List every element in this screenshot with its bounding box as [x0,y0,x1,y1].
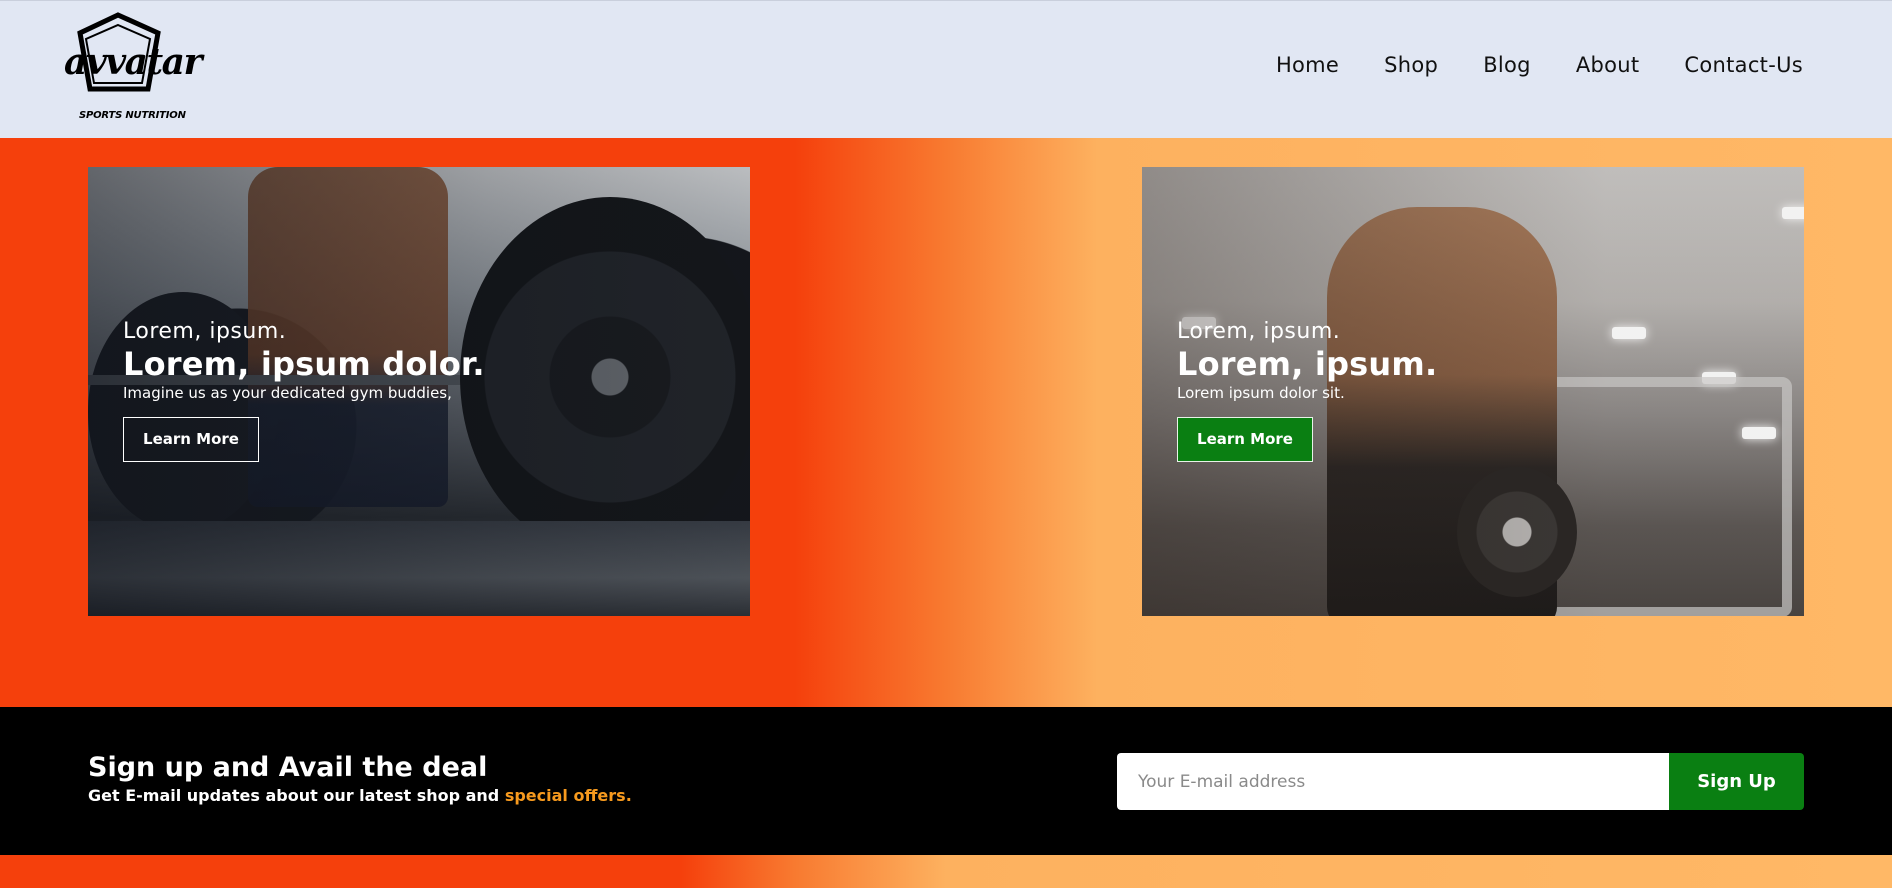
card-subtitle: Lorem ipsum dolor sit. [1177,384,1345,402]
signup-title: Sign up and Avail the deal [88,752,488,783]
signup-subtitle: Get E-mail updates about our latest shop… [88,786,632,805]
card-title: Lorem, ipsum dolor. [123,345,485,383]
nav-about[interactable]: About [1576,53,1640,77]
signup-form: Sign Up [1117,753,1804,810]
promo-card-deadlift: Lorem, ipsum. Lorem, ipsum dolor. Imagin… [88,167,750,616]
learn-more-button[interactable]: Learn More [123,417,259,462]
card-subtitle: Imagine us as your dedicated gym buddies… [123,384,452,402]
card-title: Lorem, ipsum. [1177,345,1438,383]
nav-contact-us[interactable]: Contact-Us [1684,53,1803,77]
special-offers-link[interactable]: special offers. [505,786,632,805]
card-kicker: Lorem, ipsum. [123,319,287,344]
newsletter-signup: Sign up and Avail the deal Get E-mail up… [0,707,1892,855]
signup-subtitle-text: Get E-mail updates about our latest shop… [88,786,505,805]
sign-up-button[interactable]: Sign Up [1669,753,1804,810]
logo-wordmark: avvatar [64,41,202,83]
logo-tagline: SPORTS NUTRITION [79,110,186,121]
promo-card-text: Lorem, ipsum. Lorem, ipsum. Lorem ipsum … [1177,319,1437,462]
footer-gradient-strip [0,855,1892,888]
learn-more-button[interactable]: Learn More [1177,417,1313,462]
nav-blog[interactable]: Blog [1483,53,1531,77]
nav-home[interactable]: Home [1276,53,1339,77]
promo-card-athlete: Lorem, ipsum. Lorem, ipsum. Lorem ipsum … [1142,167,1804,616]
email-input[interactable] [1117,753,1669,810]
site-header: avvatar SPORTS NUTRITION Home Shop Blog … [0,0,1892,138]
brand-logo[interactable]: avvatar SPORTS NUTRITION [62,11,202,127]
hero-section: Lorem, ipsum. Lorem, ipsum dolor. Imagin… [0,138,1892,707]
card-kicker: Lorem, ipsum. [1177,319,1341,344]
promo-card-text: Lorem, ipsum. Lorem, ipsum dolor. Imagin… [123,319,485,462]
nav-shop[interactable]: Shop [1384,53,1438,77]
main-nav: Home Shop Blog About Contact-Us [1231,53,1803,77]
